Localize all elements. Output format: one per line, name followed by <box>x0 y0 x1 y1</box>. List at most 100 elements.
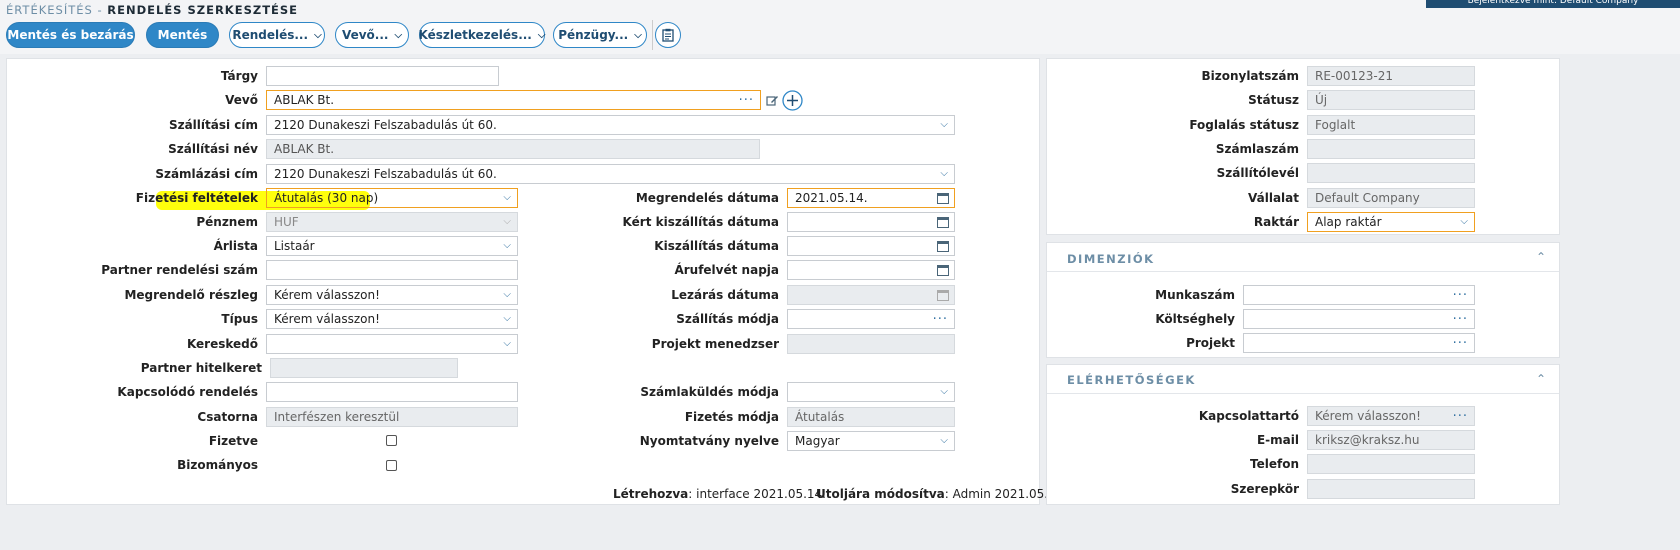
more-dots-icon[interactable]: ... <box>739 91 754 106</box>
phone-label: Telefon <box>1250 457 1299 471</box>
project-label: Projekt <box>1186 336 1235 350</box>
save-button[interactable]: Mentés <box>146 22 219 48</box>
pickup-date-input[interactable] <box>787 260 955 280</box>
calendar-icon[interactable] <box>937 265 949 276</box>
warehouse-value: Alap raktár <box>1315 215 1382 229</box>
currency-label: Pénznem <box>196 215 258 229</box>
print-language-select[interactable]: Magyar ⌵ <box>787 431 955 451</box>
job-number-input[interactable]: ... <box>1243 285 1475 305</box>
user-bar[interactable]: Bejelentkezve mint: Default Company <box>1426 0 1680 8</box>
calendar-icon[interactable] <box>937 193 949 204</box>
currency-select: HUF ⌵ <box>266 212 518 232</box>
stock-menu-button[interactable]: Készletkezelés... ⌵ <box>419 22 545 48</box>
finance-menu-label: Pénzügy... <box>558 28 629 42</box>
order-date-input[interactable]: 2021.05.14. <box>787 188 955 208</box>
chevron-down-icon: ⌵ <box>940 119 948 130</box>
customer-menu-label: Vevő... <box>341 28 389 42</box>
more-dots-icon[interactable]: ... <box>1453 334 1468 349</box>
edit-icon[interactable] <box>766 94 779 107</box>
dimensions-title: DIMENZIÓK <box>1067 252 1155 266</box>
warehouse-select[interactable]: Alap raktár ⌵ <box>1307 212 1475 232</box>
shipping-method-input[interactable]: ... <box>787 309 955 329</box>
breadcrumb: ÉRTÉKESÍTÉS - RENDELÉS SZERKESZTÉSE <box>6 3 298 17</box>
finance-menu-button[interactable]: Pénzügy... ⌵ <box>553 22 647 48</box>
order-date-label: Megrendelés dátuma <box>635 191 779 205</box>
modified-label: Utoljára módosítva <box>816 487 945 501</box>
cost-center-input[interactable]: ... <box>1243 309 1475 329</box>
chevron-down-icon: ⌵ <box>634 29 642 41</box>
shipping-address-label: Szállítási cím <box>168 118 258 132</box>
add-customer-icon[interactable] <box>782 90 803 111</box>
company-label: Vállalat <box>1248 191 1299 205</box>
type-label: Típus <box>221 312 258 326</box>
section-divider <box>1047 271 1559 272</box>
save-and-close-button[interactable]: Mentés és bezárás <box>6 22 135 48</box>
salesperson-select[interactable]: ⌵ <box>266 334 518 354</box>
chevron-up-icon[interactable]: ⌃ <box>1536 372 1546 386</box>
currency-value: HUF <box>274 215 299 229</box>
shipping-name-label: Szállítási név <box>168 142 258 156</box>
page-title: RENDELÉS SZERKESZTÉSE <box>107 3 299 17</box>
subject-input[interactable] <box>266 66 499 86</box>
modified-info: Utoljára módosítva: Admin 2021.05.20. <box>816 487 1067 501</box>
invoice-delivery-select[interactable]: ⌵ <box>787 382 955 402</box>
ordering-department-label: Megrendelő részleg <box>124 288 258 302</box>
more-dots-icon[interactable]: ... <box>933 310 948 325</box>
ordering-department-select[interactable]: Kérem válasszon! ⌵ <box>266 285 518 305</box>
customer-menu-button[interactable]: Vevő... ⌵ <box>335 22 409 48</box>
type-select[interactable]: Kérem válasszon! ⌵ <box>266 309 518 329</box>
chevron-down-icon: ⌵ <box>503 313 511 324</box>
contact-person-input[interactable]: Kérem válasszon!... <box>1307 406 1475 426</box>
invoice-delivery-label: Számlaküldés módja <box>640 385 779 399</box>
customer-input[interactable]: ABLAK Bt.... <box>266 90 761 110</box>
chevron-down-icon: ⌵ <box>394 29 403 41</box>
invoice-number-input <box>1307 139 1475 159</box>
status-label: Státusz <box>1248 93 1299 107</box>
breadcrumb-section[interactable]: ÉRTÉKESÍTÉS - <box>6 3 103 17</box>
payment-terms-label: Fizetési feltételek <box>135 191 258 205</box>
calendar-icon[interactable] <box>937 217 949 228</box>
chevron-down-icon: ⌵ <box>503 240 511 251</box>
chevron-up-icon[interactable]: ⌃ <box>1536 250 1546 264</box>
shipping-name-input: ABLAK Bt. <box>266 139 760 159</box>
consignment-label: Bizományos <box>177 458 258 472</box>
order-menu-button[interactable]: Rendelés... ⌵ <box>229 22 325 48</box>
paid-label: Fizetve <box>208 434 258 448</box>
billing-address-label: Számlázási cím <box>155 167 258 181</box>
document-number-label: Bizonylatszám <box>1201 69 1299 83</box>
shipping-address-select[interactable]: 2120 Dunakeszi Felszabadulás út 60. ⌵ <box>266 115 955 135</box>
order-date-value: 2021.05.14. <box>795 191 868 205</box>
stock-menu-label: Készletkezelés... <box>418 28 532 42</box>
order-menu-label: Rendelés... <box>232 28 309 42</box>
delivery-note-input <box>1307 163 1475 183</box>
salesperson-label: Kereskedő <box>186 337 258 351</box>
paid-checkbox[interactable] <box>386 435 397 446</box>
project-input[interactable]: ... <box>1243 333 1475 353</box>
more-dots-icon[interactable]: ... <box>1453 286 1468 301</box>
project-manager-label: Projekt menedzser <box>651 337 779 351</box>
created-value: : interface 2021.05.14. <box>688 487 826 501</box>
partner-credit-limit-input <box>270 358 458 378</box>
shipping-address-value: 2120 Dunakeszi Felszabadulás út 60. <box>274 118 497 132</box>
role-input <box>1307 479 1475 499</box>
shipping-method-label: Szállítás módja <box>676 312 779 326</box>
partner-order-number-input[interactable] <box>266 260 518 280</box>
consignment-checkbox[interactable] <box>386 460 397 471</box>
related-order-label: Kapcsolódó rendelés <box>117 385 258 399</box>
payment-terms-select[interactable]: Átutalás (30 nap) ⌵ <box>266 188 518 208</box>
created-label: Létrehozva <box>613 487 689 501</box>
billing-address-select[interactable]: 2120 Dunakeszi Felszabadulás út 60. ⌵ <box>266 164 955 184</box>
price-list-select[interactable]: Listaár ⌵ <box>266 236 518 256</box>
more-dots-icon[interactable]: ... <box>1453 310 1468 325</box>
more-dots-icon[interactable]: ... <box>1453 407 1468 422</box>
ordering-department-value: Kérem válasszon! <box>274 288 380 302</box>
reservation-status-label: Foglalás státusz <box>1189 118 1299 132</box>
clipboard-button[interactable] <box>655 22 681 48</box>
requested-delivery-date-input[interactable] <box>787 212 955 232</box>
email-input: kriksz@kraksz.hu <box>1307 430 1475 450</box>
related-order-input[interactable] <box>266 382 518 402</box>
calendar-icon[interactable] <box>937 241 949 252</box>
chevron-down-icon: ⌵ <box>940 435 948 446</box>
payment-method-label: Fizetés módja <box>684 410 779 424</box>
delivery-date-input[interactable] <box>787 236 955 256</box>
